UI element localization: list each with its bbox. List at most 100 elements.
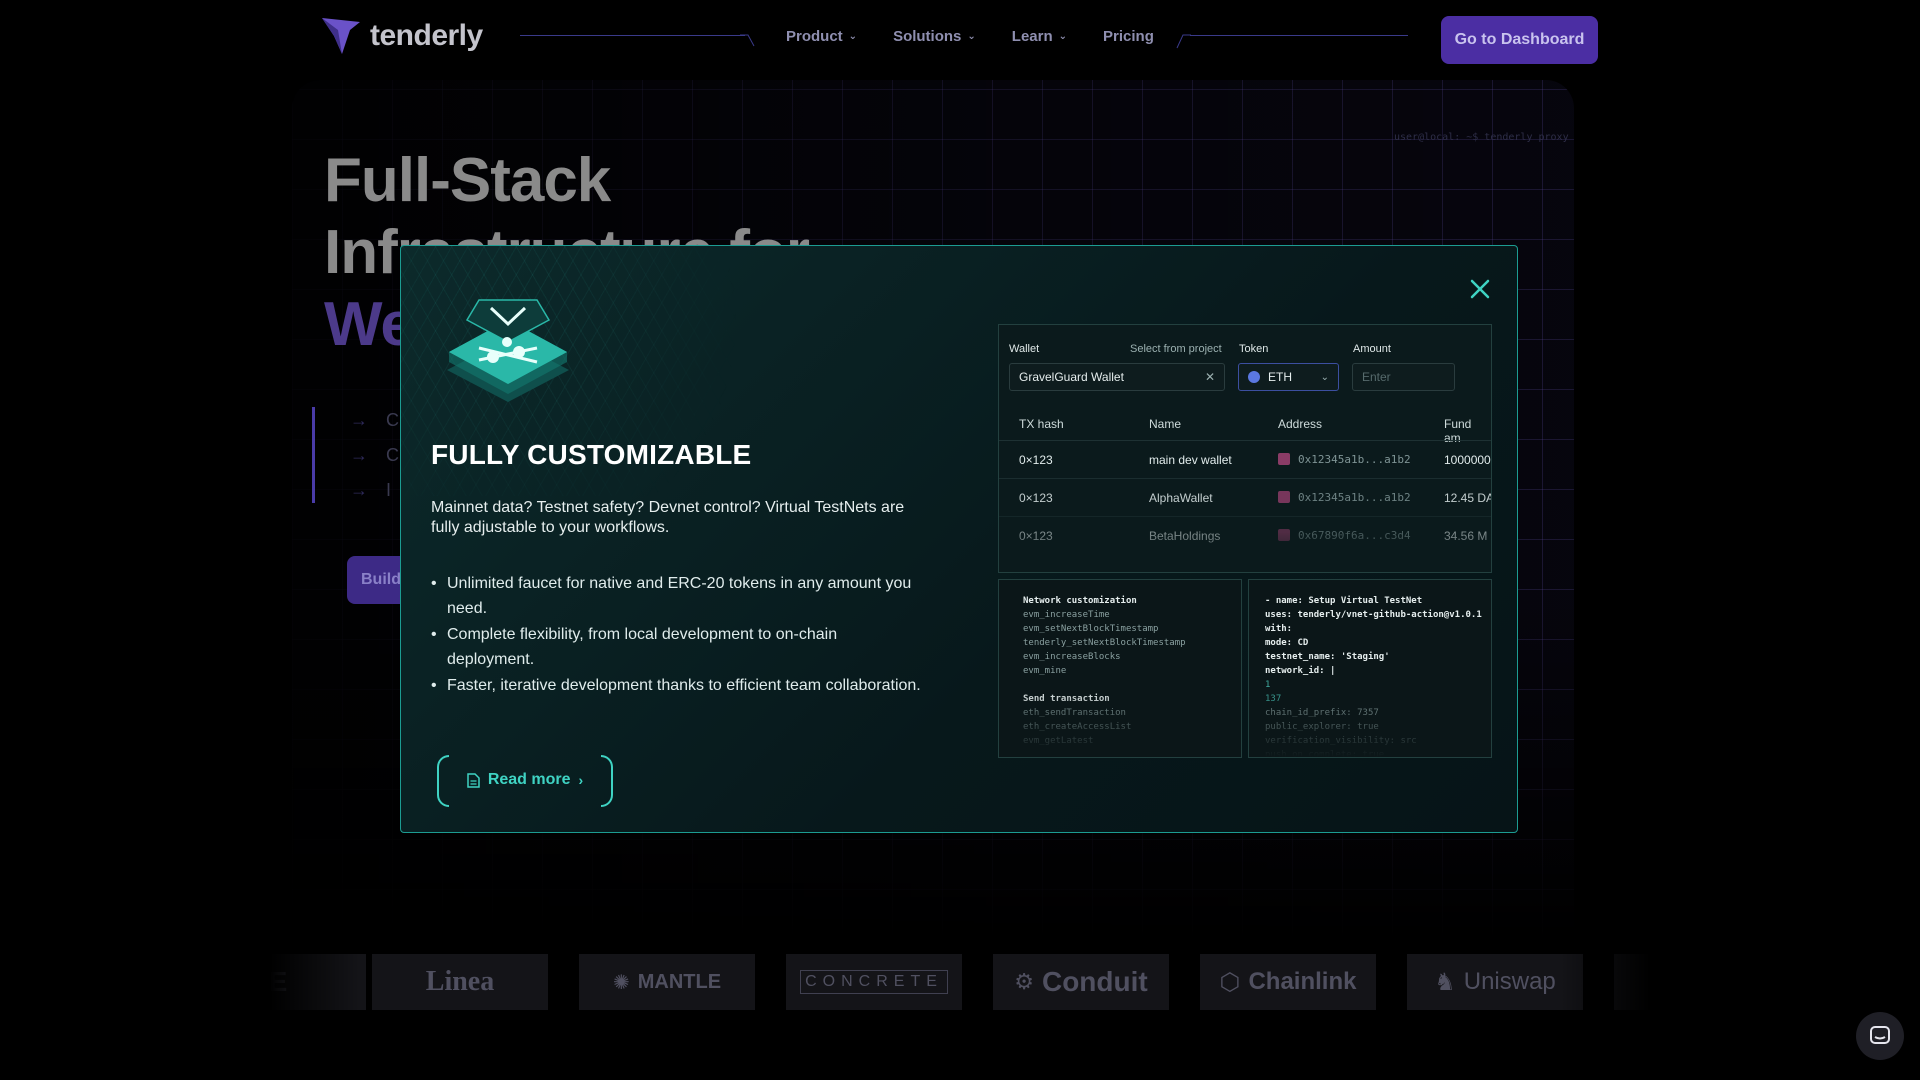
token-select-value: ETH [1268,370,1292,384]
code-line: verification_visibility: src [1265,736,1417,746]
code-line: 1 [1265,680,1271,690]
partner-logo-name: Chainlink [1248,968,1357,995]
token-select[interactable]: ETH ⌄ [1238,363,1339,391]
name-cell: BetaHoldings [1149,529,1221,543]
nav-divider-left-corner [740,34,755,47]
partner-logo-linea: Linea [372,954,548,1010]
hero-list-item: → C [350,445,399,480]
bracket-left [437,755,449,807]
amount-field-placeholder: Enter [1362,370,1391,384]
column-header: Name [1149,417,1182,431]
wallet-field[interactable]: GravelGuard Wallet ✕ [1009,363,1225,391]
modal-title: FULLY CUSTOMIZABLE [431,439,752,470]
partner-logo-conduit: ⚙ Conduit [993,954,1169,1010]
partner-logo-name: Conduit [1041,966,1148,997]
bullet-item: Complete flexibility, from local develop… [431,622,921,672]
chevron-down-icon: ⌄ [1320,371,1329,383]
top-navbar: tenderly Product ⌄ Solutions ⌄ Learn ⌄ Pric… [0,0,1920,80]
code-line: with: [1265,624,1293,634]
address-value: 0x12345a1b...a1b2 [1298,491,1411,504]
go-to-dashboard-button[interactable]: Go to Dashboard [1441,16,1598,64]
partner-logo-name: E [270,966,288,997]
partner-logo: E [270,954,366,1010]
yaml-config-panel: - name: Setup Virtual TestNet uses: tend… [1248,579,1492,758]
code-line: evm_getLatest [1023,736,1094,746]
sunburst-icon: ✺ [612,971,630,994]
chevron-down-icon: ⌄ [967,31,976,42]
hexagon-icon: ⬡ [1219,968,1241,996]
read-more-button[interactable]: Read more › [437,755,613,807]
code-line: push_on_complete: true [1265,750,1385,758]
nav-item-learn[interactable]: Learn ⌄ [1012,28,1067,45]
wallet-field-value: GravelGuard Wallet [1019,370,1124,384]
partner-logo-chainlink: ⬡ Chainlink [1200,954,1376,1010]
gear-icon: ⚙ [1014,969,1034,994]
code-line: network_id: | [1265,666,1336,676]
close-icon[interactable] [1467,276,1493,302]
nav-item-product[interactable]: Product ⌄ [786,28,857,45]
table-row[interactable]: 0×123 main dev wallet 0x12345a1b...a1b2 … [999,440,1491,479]
code-line: testnet_name: 'Staging' [1265,652,1390,662]
tenderly-logo[interactable]: tenderly [320,16,483,56]
build-button[interactable]: Build [347,556,407,604]
rpc-methods-panel: Network customization evm_increaseTime e… [998,579,1242,758]
partner-logo-mantle: ✺ MANTLE [579,954,755,1010]
fund-cell: 1000000 [1444,453,1491,467]
column-header: Address [1278,417,1323,431]
table-row[interactable]: 0×123 BetaHoldings 0x67890f6a...c3d4 34.… [999,516,1491,555]
fund-cell: 34.56 M [1444,529,1488,543]
select-from-project-label: Select from project [1130,343,1222,355]
partner-logo-name: Linea [425,966,495,997]
code-line: 137 [1265,694,1282,704]
nav-item-solutions[interactable]: Solutions ⌄ [893,28,976,45]
partner-logo-name: MANTLE [637,970,722,993]
hero-list-accent-bar [312,407,315,503]
avatar [1278,491,1290,503]
name-cell: main dev wallet [1149,453,1232,467]
nav-item-pricing[interactable]: Pricing [1103,28,1154,45]
arrow-right-icon: → [350,480,368,500]
code-heading: Send transaction [1023,694,1110,704]
terminal-hint: user@local: ~$ tenderly proxy [1394,132,1569,143]
nav-divider-right [1190,35,1408,36]
code-line: evm_setNextBlockTimestamp [1023,624,1159,634]
tx-hash-cell: 0×123 [1019,491,1053,505]
nav-item-label: Solutions [893,28,962,45]
avatar [1278,453,1290,465]
partner-logo-concrete: CONCRETE [786,954,962,1010]
code-line: evm_increaseBlocks [1023,652,1121,662]
chevron-down-icon: ⌄ [848,31,858,42]
chat-launcher-button[interactable] [1856,1012,1904,1060]
amount-field[interactable]: Enter [1352,363,1455,391]
token-label: Token [1239,343,1269,355]
address-cell: 0x12345a1b...a1b2 [1278,491,1411,504]
eth-icon [1248,371,1260,383]
clear-icon[interactable]: ✕ [1205,370,1215,384]
nav-item-label: Pricing [1103,28,1154,45]
hero-title-line: Full-Stack [324,146,611,215]
partner-logo-name: CONCRETE [800,970,948,994]
column-header: TX hash [1019,417,1064,431]
code-line: public_explorer: true [1265,722,1379,732]
code-line: evm_mine [1023,666,1067,676]
nav-divider-left [520,35,745,36]
partner-logo-uniswap: ♞ Uniswap [1407,954,1583,1010]
address-cell: 0x67890f6a...c3d4 [1278,529,1411,542]
avatar [1278,529,1290,541]
code-line: - name: Setup Virtual TestNet [1265,596,1423,606]
address-value: 0x12345a1b...a1b2 [1298,453,1411,466]
modal-bullet-list: Unlimited faucet for native and ERC-20 t… [431,571,921,699]
chevron-down-icon: ⌄ [1058,31,1068,42]
hero-list-item: → C [350,410,399,445]
name-cell: AlphaWallet [1149,491,1213,505]
code-line: eth_sendTransaction [1023,708,1126,718]
table-row[interactable]: 0×123 AlphaWallet 0x12345a1b...a1b2 12.4… [999,478,1491,517]
hero-list-item: → I [350,480,399,515]
bullet-item: Unlimited faucet for native and ERC-20 t… [431,571,921,621]
hero-feature-list: → C → C → I [350,410,399,515]
bullet-item: Faster, iterative development thanks to … [431,673,921,698]
wallet-mockup: Wallet Select from project GravelGuard W… [998,324,1492,573]
tx-hash-cell: 0×123 [1019,529,1053,543]
code-line: evm_increaseTime [1023,610,1110,620]
chevron-right-icon: › [578,772,584,788]
